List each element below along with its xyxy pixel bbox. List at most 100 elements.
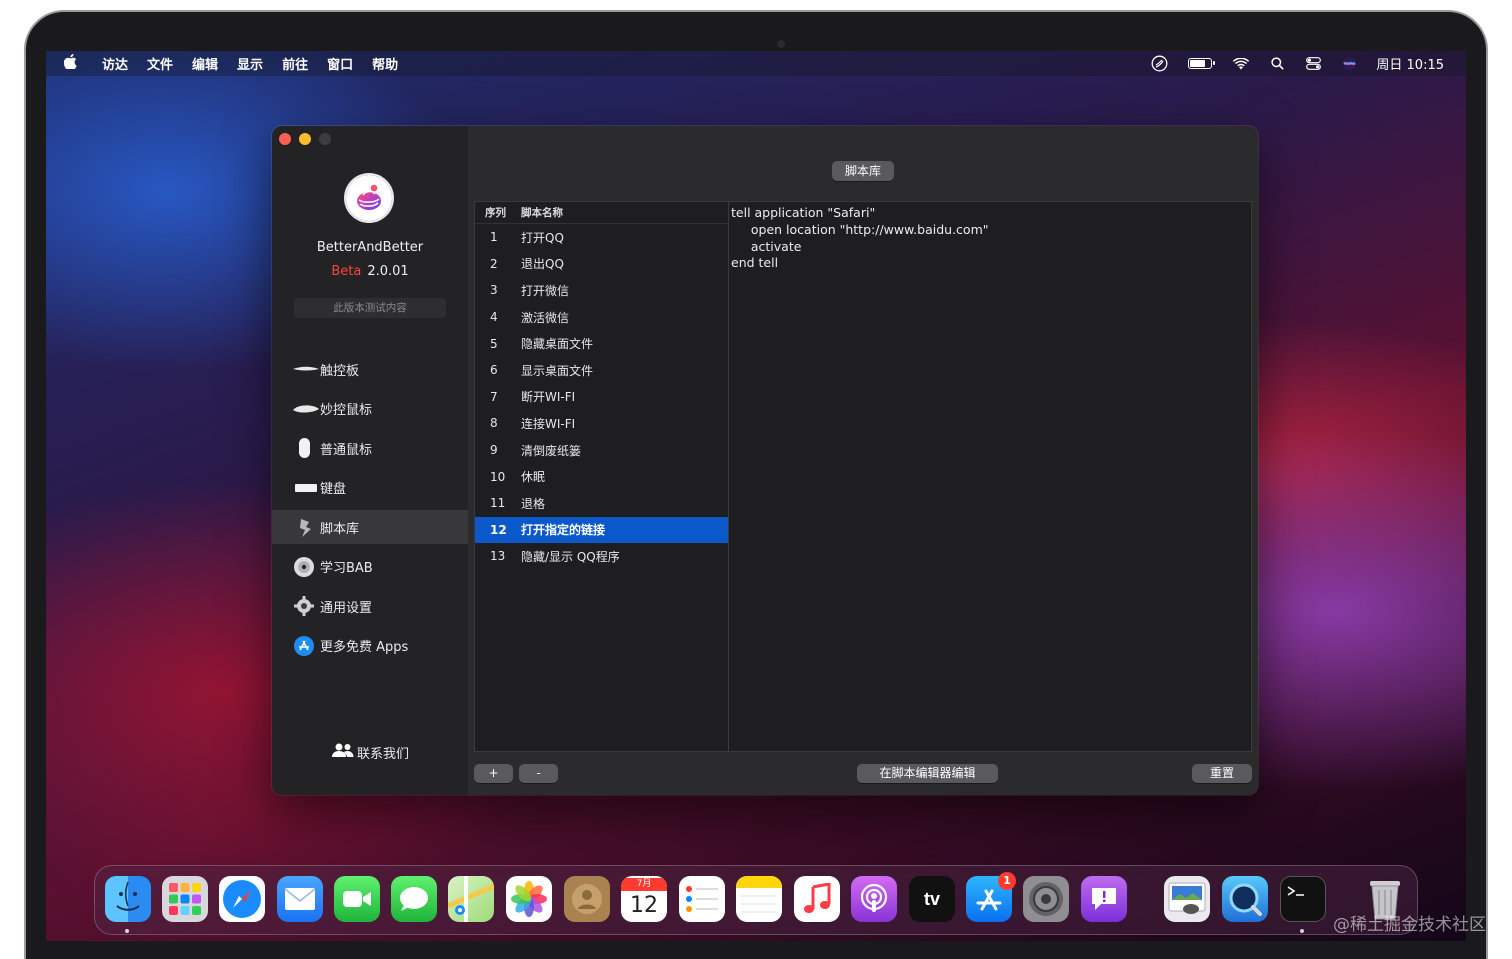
- system-preferences-icon[interactable]: [1023, 876, 1069, 922]
- sidebar-item-label: 普通鼠标: [320, 442, 373, 458]
- camera: [777, 40, 785, 48]
- row-index: 12: [490, 522, 507, 537]
- row-index: 7: [490, 389, 498, 404]
- menu-finder[interactable]: 访达: [102, 54, 128, 73]
- sidebar-item-label: 通用设置: [320, 600, 373, 616]
- podcasts-icon[interactable]: [851, 876, 897, 922]
- apple-menu-icon[interactable]: [63, 54, 90, 73]
- quicktime-icon[interactable]: [1222, 876, 1268, 922]
- app-store-icon[interactable]: 1: [966, 872, 1016, 922]
- table-row[interactable]: 9 清倒废纸篓: [475, 437, 728, 464]
- terminal-icon[interactable]: [1280, 876, 1326, 922]
- table-row[interactable]: 12 打开指定的链接: [475, 516, 728, 544]
- trackpad-icon: [292, 357, 320, 381]
- wifi-icon[interactable]: [1232, 57, 1250, 71]
- row-index: 9: [490, 443, 498, 458]
- edit-in-script-editor-button[interactable]: 在脚本编辑器编辑: [857, 764, 998, 783]
- contacts-icon[interactable]: [564, 876, 610, 922]
- mail-icon[interactable]: [277, 876, 323, 922]
- table-row[interactable]: 10 休眠: [475, 463, 728, 490]
- row-script-name: 退格: [521, 496, 546, 511]
- dvd-icon: [292, 555, 320, 579]
- siri-icon[interactable]: [1340, 57, 1358, 71]
- reminders-icon[interactable]: [679, 876, 725, 922]
- table-row[interactable]: 7 断开WI-FI: [475, 384, 728, 411]
- messages-icon[interactable]: [391, 876, 437, 922]
- tab-script-library[interactable]: 脚本库: [832, 161, 894, 181]
- app-window: BetterAndBetter Beta 2.0.01 此版本测试内容 触控板 妙…: [272, 126, 1258, 795]
- sidebar-item-more-apps[interactable]: 更多免费 Apps: [272, 629, 468, 663]
- version-line: Beta 2.0.01: [272, 264, 468, 279]
- sidebar-item-keyboard[interactable]: 键盘: [272, 471, 468, 505]
- contact-us-button[interactable]: 联系我们: [272, 742, 468, 762]
- row-script-name: 隐藏/显示 QQ程序: [521, 549, 620, 564]
- menu-file[interactable]: 文件: [147, 54, 173, 73]
- row-index: 1: [490, 230, 498, 245]
- music-icon[interactable]: [794, 876, 840, 922]
- table-row[interactable]: 4 激活微信: [475, 304, 728, 331]
- sidebar-item-mouse[interactable]: 普通鼠标: [272, 431, 468, 465]
- mouse-icon: [292, 436, 320, 460]
- facetime-icon[interactable]: [334, 876, 380, 922]
- maps-icon[interactable]: [448, 876, 494, 922]
- table-row[interactable]: 1 打开QQ: [475, 224, 728, 251]
- row-script-name: 打开QQ: [521, 230, 564, 245]
- notes-icon[interactable]: [736, 876, 782, 922]
- sidebar-item-label: 键盘: [320, 482, 347, 497]
- safari-icon[interactable]: [219, 876, 265, 922]
- reset-button[interactable]: 重置: [1192, 764, 1252, 783]
- sidebar-item-magic-mouse[interactable]: 妙控鼠标: [272, 392, 468, 426]
- sidebar-item-general-settings[interactable]: 通用设置: [272, 589, 468, 623]
- column-header-index[interactable]: 序列: [475, 205, 521, 220]
- column-header-name[interactable]: 脚本名称: [521, 205, 563, 220]
- sidebar-item-label: 更多免费 Apps: [320, 640, 409, 655]
- app-status-icon[interactable]: [1150, 55, 1168, 72]
- sidebar-item-trackpad[interactable]: 触控板: [272, 352, 468, 386]
- table-header: 序列 脚本名称: [475, 202, 728, 224]
- row-index: 11: [490, 496, 506, 511]
- script-panel: 序列 脚本名称 1 打开QQ 2 退出QQ 3 打开微信 4 激活微信 5 隐藏桌面文件 6 显示桌面…: [474, 201, 1252, 752]
- minimize-button[interactable]: [299, 133, 311, 145]
- menu-go[interactable]: 前往: [282, 54, 308, 73]
- close-button[interactable]: [279, 133, 291, 145]
- launchpad-icon[interactable]: [162, 876, 208, 922]
- menu-edit[interactable]: 编辑: [192, 54, 218, 73]
- menu-view[interactable]: 显示: [237, 54, 263, 73]
- sidebar-item-script-library[interactable]: 脚本库: [272, 510, 468, 544]
- table-row[interactable]: 5 隐藏桌面文件: [475, 330, 728, 357]
- table-row[interactable]: 3 打开微信: [475, 277, 728, 304]
- test-notes-button[interactable]: 此版本测试内容: [294, 298, 446, 318]
- app-logo-icon: [346, 175, 392, 221]
- table-row[interactable]: 2 退出QQ: [475, 251, 728, 278]
- table-row[interactable]: 8 连接WI-FI: [475, 410, 728, 437]
- app-name: BetterAndBetter: [316, 240, 424, 255]
- zoom-button[interactable]: [319, 133, 331, 145]
- table-row[interactable]: 11 退格: [475, 490, 728, 517]
- menu-window[interactable]: 窗口: [327, 54, 353, 73]
- menu-help[interactable]: 帮助: [372, 54, 398, 73]
- row-index: 13: [490, 549, 506, 564]
- row-script-name: 隐藏桌面文件: [521, 337, 594, 352]
- photos-icon[interactable]: [506, 876, 552, 922]
- apple-tv-icon[interactable]: tv: [909, 876, 955, 922]
- sidebar-item-label: 脚本库: [320, 521, 360, 537]
- script-editor[interactable]: tell application "Safari" open location …: [731, 205, 1251, 750]
- table-row[interactable]: 13 隐藏/显示 QQ程序: [475, 543, 728, 570]
- spotlight-search-icon[interactable]: [1268, 57, 1286, 71]
- preview-icon[interactable]: [1164, 876, 1210, 922]
- row-index: 8: [490, 416, 498, 431]
- sidebar-item-learn-bab[interactable]: 学习BAB: [272, 550, 468, 584]
- menu-clock[interactable]: 周日 10:15: [1376, 54, 1444, 73]
- control-center-icon[interactable]: [1304, 57, 1322, 71]
- remove-script-button[interactable]: -: [519, 764, 558, 783]
- calendar-icon[interactable]: 7月 12: [621, 876, 667, 922]
- notification-badge: 1: [998, 872, 1016, 890]
- table-row[interactable]: 6 显示桌面文件: [475, 357, 728, 384]
- feedback-assistant-icon[interactable]: [1081, 876, 1127, 922]
- finder-icon[interactable]: [105, 876, 151, 922]
- battery-icon[interactable]: [1186, 57, 1216, 71]
- row-index: 10: [490, 469, 506, 484]
- add-script-button[interactable]: +: [474, 764, 513, 783]
- app-store-icon: [292, 634, 320, 658]
- menu-bar: 访达 文件 编辑 显示 前往 窗口 帮助 周日 10:15: [46, 51, 1466, 76]
